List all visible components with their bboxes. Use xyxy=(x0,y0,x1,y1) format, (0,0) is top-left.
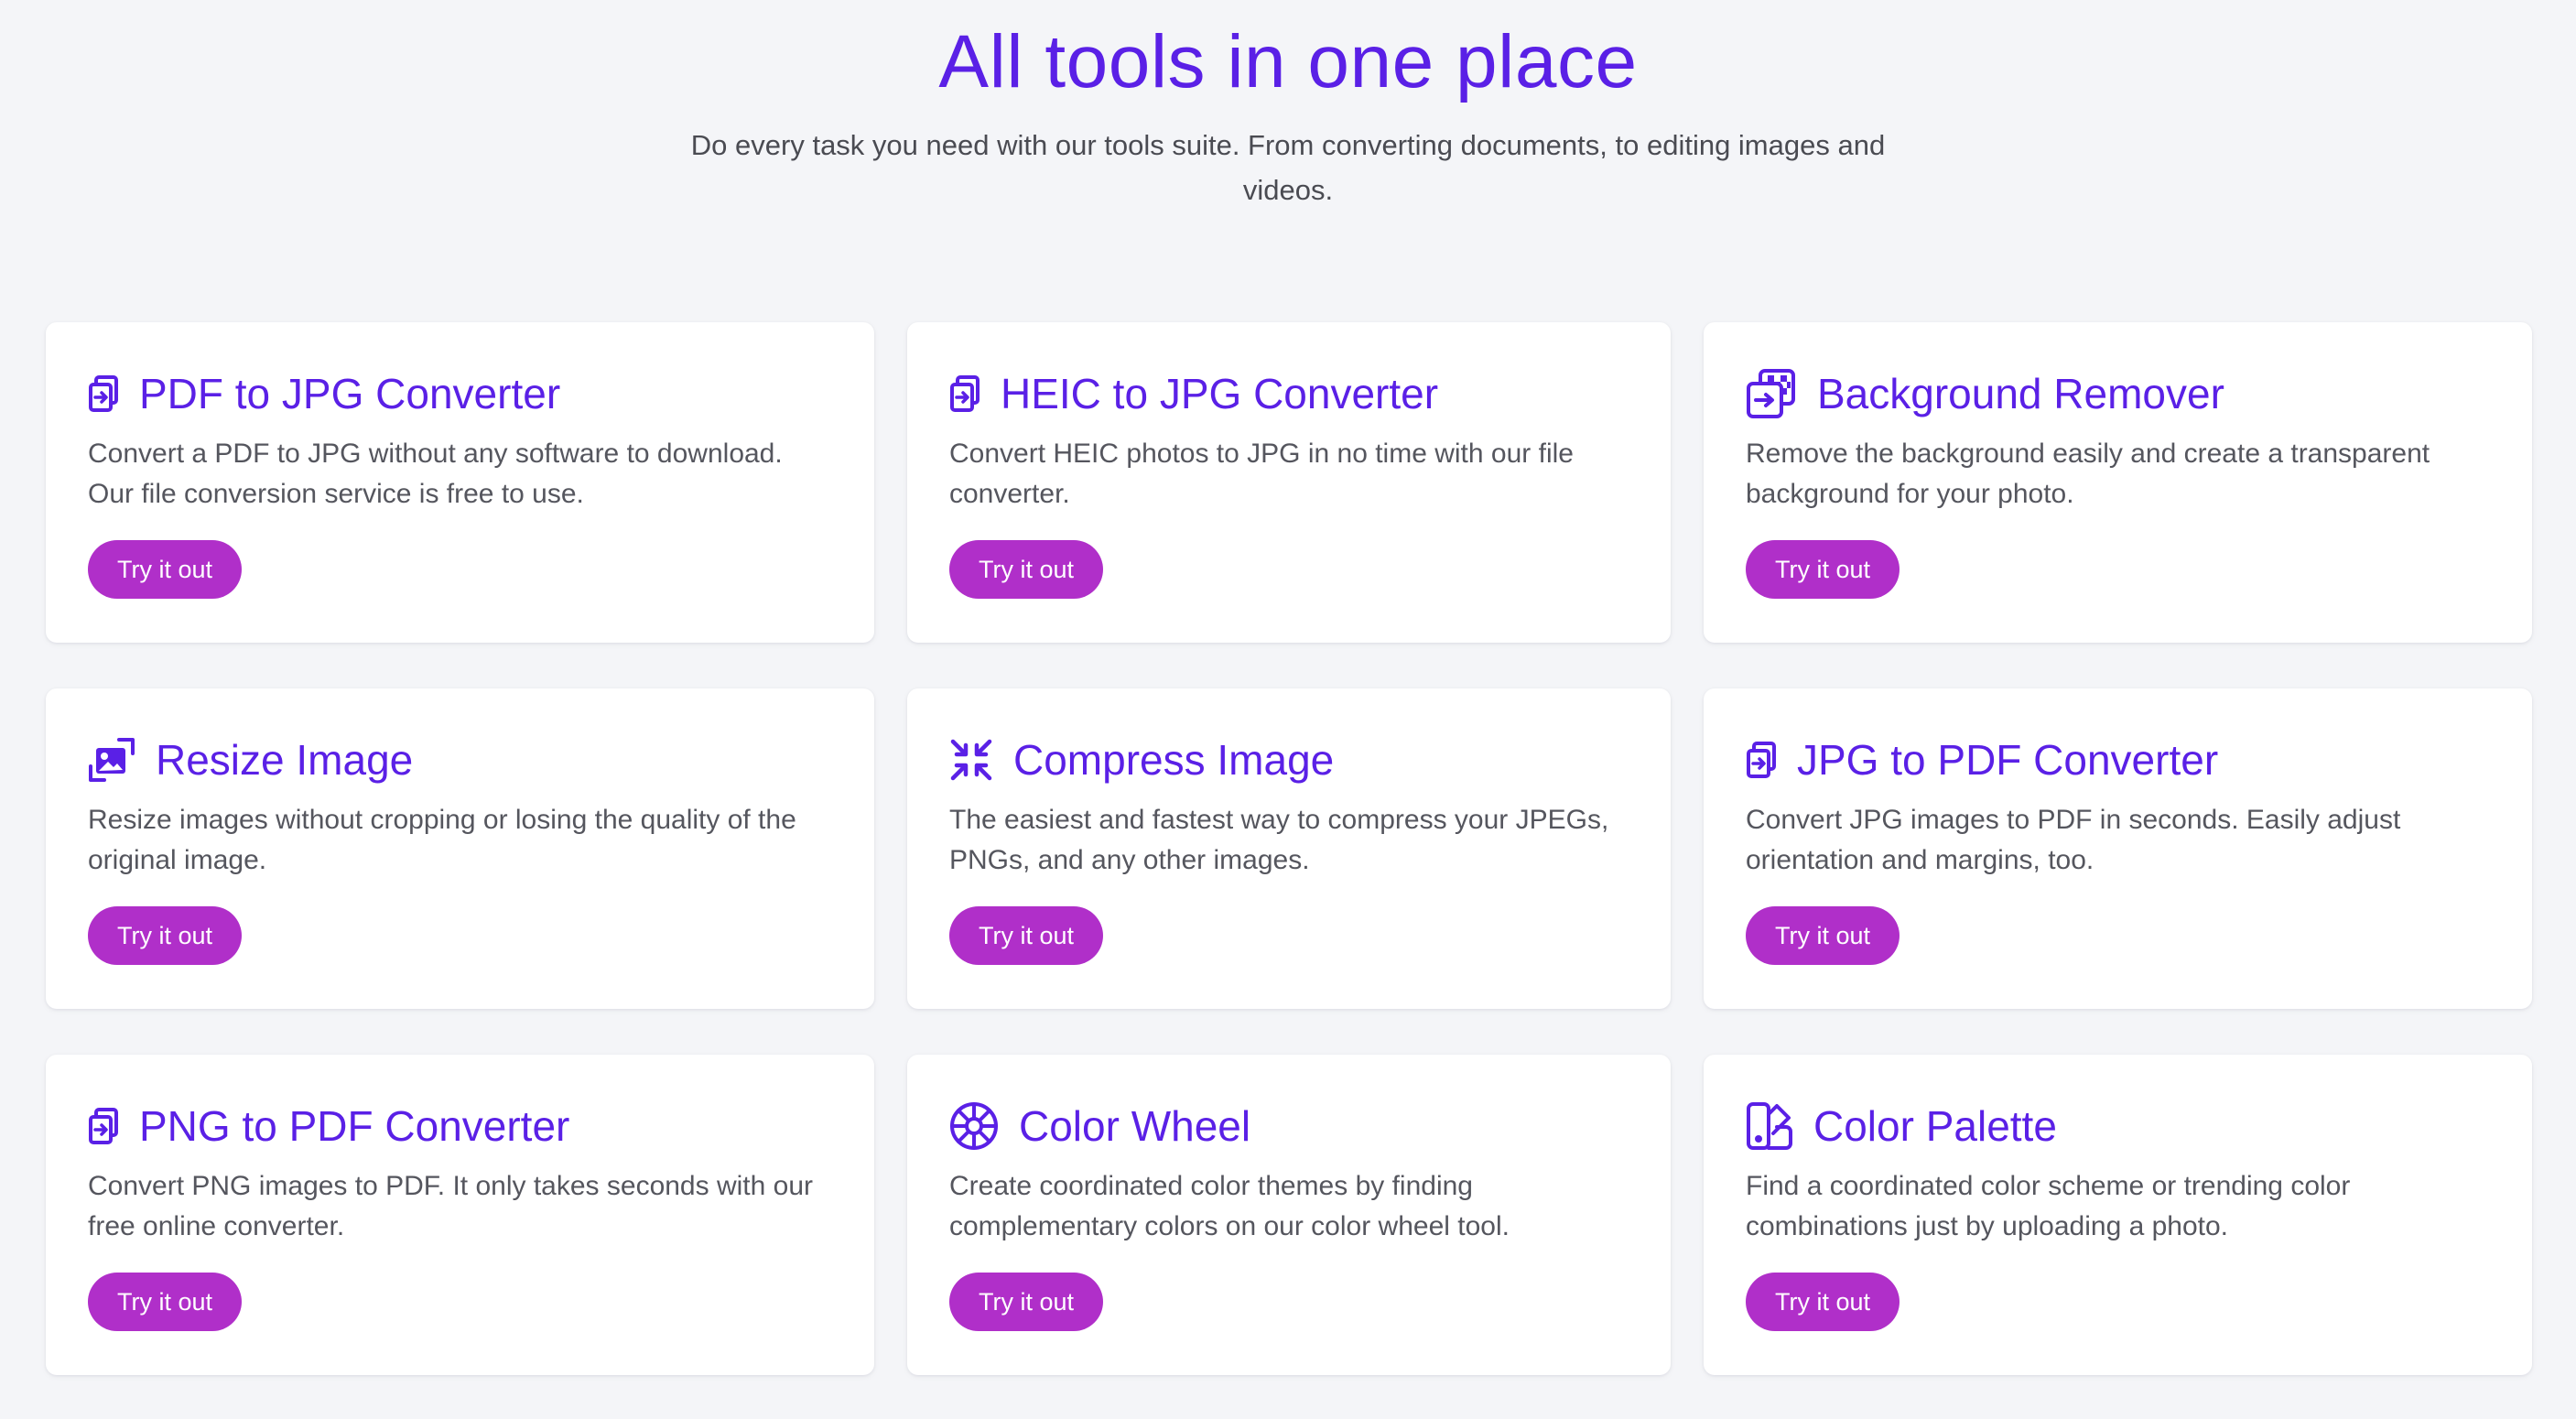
tool-card-color-wheel: Color Wheel Create coordinated color the… xyxy=(907,1055,1671,1375)
card-title: PNG to PDF Converter xyxy=(139,1102,570,1150)
card-description: Convert a PDF to JPG without any softwar… xyxy=(88,439,783,509)
try-it-out-button[interactable]: Try it out xyxy=(1746,1273,1900,1331)
card-header: Compress Image xyxy=(949,732,1629,787)
tools-grid: PDF to JPG Converter Convert a PDF to JP… xyxy=(46,322,2533,1375)
file-convert-icon xyxy=(1746,742,1777,778)
resize-image-icon xyxy=(88,737,135,783)
card-description: Convert HEIC photos to JPG in no time wi… xyxy=(949,439,1574,509)
card-description: Convert PNG images to PDF. It only takes… xyxy=(88,1171,813,1241)
try-it-out-button[interactable]: Try it out xyxy=(1746,906,1900,965)
card-header: Color Wheel xyxy=(949,1099,1629,1154)
card-description: The easiest and fastest way to compress … xyxy=(949,805,1609,875)
try-it-out-button[interactable]: Try it out xyxy=(949,1273,1104,1331)
card-description: Find a coordinated color scheme or trend… xyxy=(1746,1171,2351,1241)
background-remover-icon xyxy=(1746,368,1797,419)
color-palette-icon xyxy=(1746,1101,1793,1151)
tool-card-color-palette: Color Palette Find a coordinated color s… xyxy=(1704,1055,2532,1375)
try-it-out-button[interactable]: Try it out xyxy=(949,906,1104,965)
tool-card-background-remover: Background Remover Remove the background… xyxy=(1704,322,2532,643)
try-it-out-button[interactable]: Try it out xyxy=(949,540,1104,599)
page-subtitle: Do every task you need with our tools su… xyxy=(690,129,1886,206)
page: All tools in one place Do every task you… xyxy=(0,0,2576,1419)
card-title: PDF to JPG Converter xyxy=(139,370,561,417)
card-title: Background Remover xyxy=(1817,370,2224,417)
card-title: Compress Image xyxy=(1013,736,1335,784)
card-header: Color Palette xyxy=(1746,1099,2490,1154)
card-header: HEIC to JPG Converter xyxy=(949,366,1629,421)
card-header: Background Remover xyxy=(1746,366,2490,421)
tool-card-png-to-pdf: PNG to PDF Converter Convert PNG images … xyxy=(46,1055,874,1375)
card-header: JPG to PDF Converter xyxy=(1746,732,2490,787)
tool-card-pdf-to-jpg: PDF to JPG Converter Convert a PDF to JP… xyxy=(46,322,874,643)
color-wheel-icon xyxy=(949,1101,999,1151)
card-header: PDF to JPG Converter xyxy=(88,366,832,421)
card-header: Resize Image xyxy=(88,732,832,787)
card-title: Color Palette xyxy=(1813,1102,2057,1150)
card-description: Convert JPG images to PDF in seconds. Ea… xyxy=(1746,805,2401,875)
file-convert-icon xyxy=(88,1108,119,1144)
tool-card-jpg-to-pdf: JPG to PDF Converter Convert JPG images … xyxy=(1704,688,2532,1009)
card-header: PNG to PDF Converter xyxy=(88,1099,832,1154)
try-it-out-button[interactable]: Try it out xyxy=(88,906,243,965)
card-title: JPG to PDF Converter xyxy=(1797,736,2219,784)
card-title: HEIC to JPG Converter xyxy=(1001,370,1439,417)
tool-card-heic-to-jpg: HEIC to JPG Converter Convert HEIC photo… xyxy=(907,322,1671,643)
try-it-out-button[interactable]: Try it out xyxy=(88,1273,243,1331)
page-title: All tools in one place xyxy=(938,20,1638,103)
try-it-out-button[interactable]: Try it out xyxy=(1746,540,1900,599)
tool-card-compress-image: Compress Image The easiest and fastest w… xyxy=(907,688,1671,1009)
tool-card-resize-image: Resize Image Resize images without cropp… xyxy=(46,688,874,1009)
card-description: Resize images without cropping or losing… xyxy=(88,805,796,875)
file-convert-icon xyxy=(949,375,980,412)
card-title: Color Wheel xyxy=(1019,1102,1251,1150)
card-description: Remove the background easily and create … xyxy=(1746,439,2430,509)
file-convert-icon xyxy=(88,375,119,412)
try-it-out-button[interactable]: Try it out xyxy=(88,540,243,599)
card-description: Create coordinated color themes by findi… xyxy=(949,1171,1510,1241)
card-title: Resize Image xyxy=(156,736,414,784)
compress-icon xyxy=(949,738,993,782)
